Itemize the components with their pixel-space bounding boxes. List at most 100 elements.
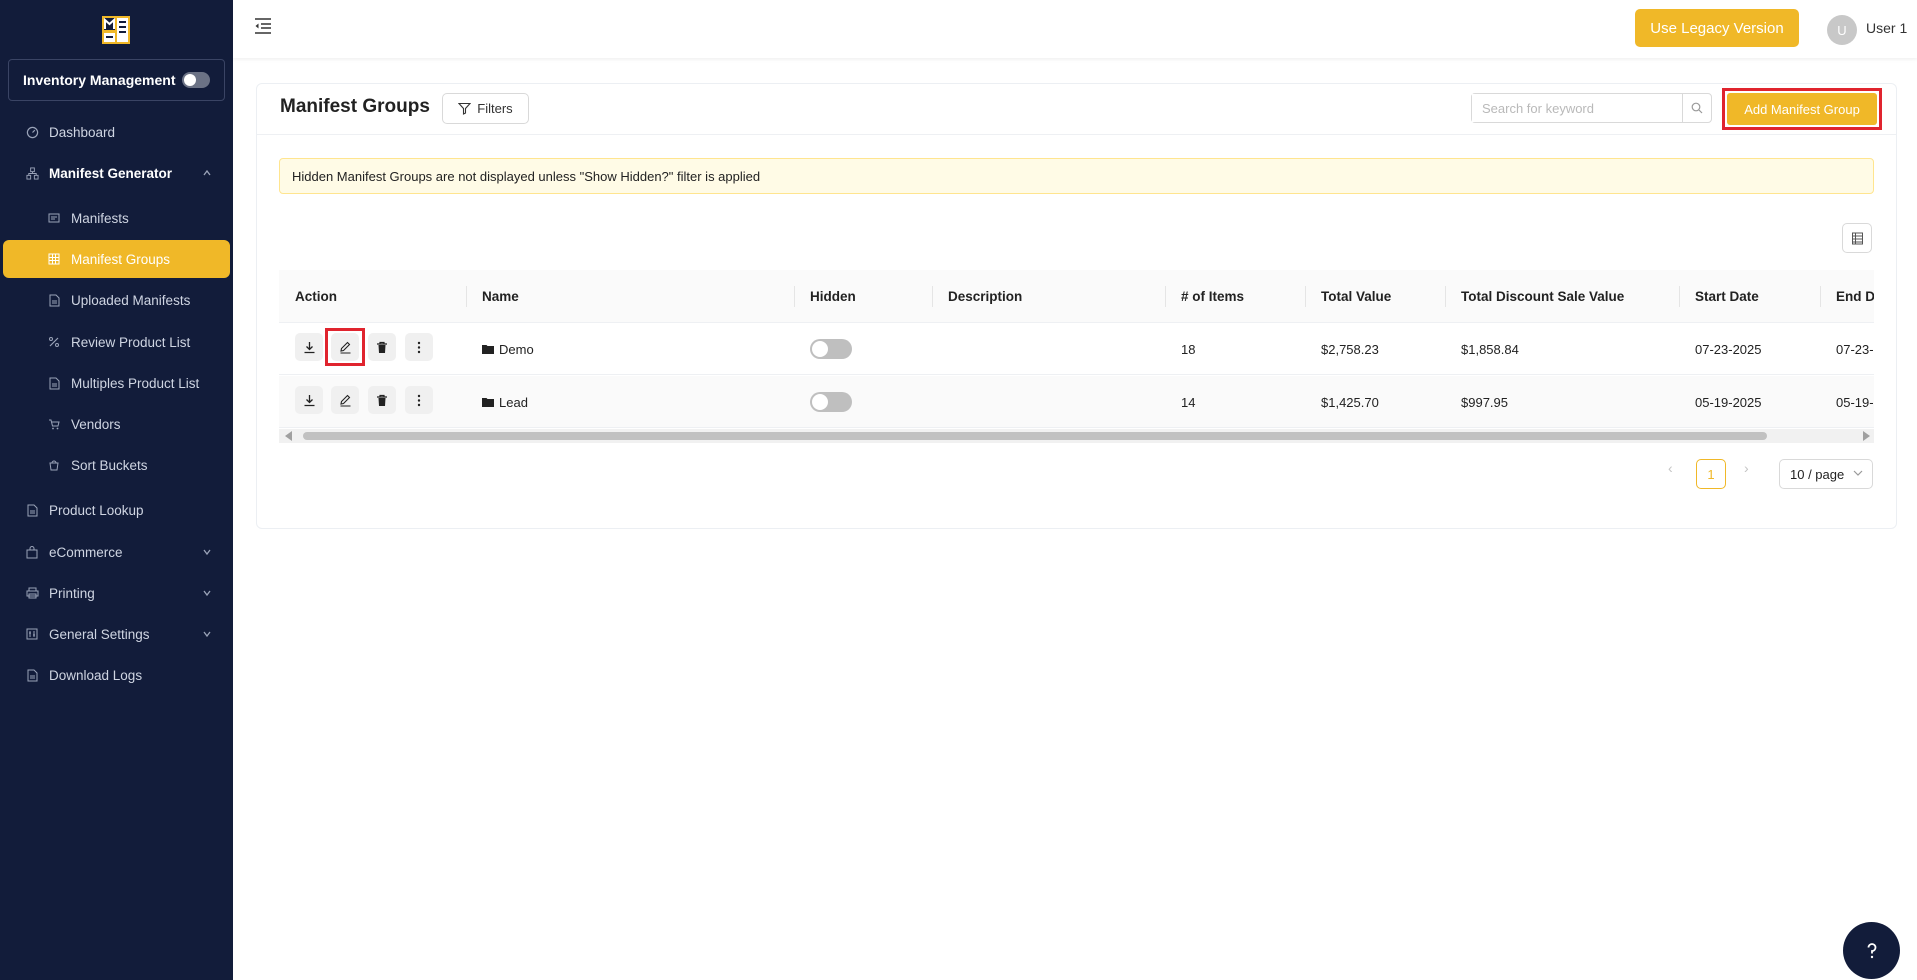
topbar: Use Legacy Version U User 1 xyxy=(233,0,1917,58)
more-actions-button[interactable] xyxy=(405,386,433,414)
sidebar-item-general-settings[interactable]: General Settings xyxy=(3,615,230,653)
download-icon xyxy=(304,341,314,353)
edit-button[interactable] xyxy=(331,333,359,361)
chevron-down-icon xyxy=(202,586,212,601)
add-manifest-group-button[interactable]: Add Manifest Group xyxy=(1727,93,1877,125)
more-vertical-icon xyxy=(417,341,421,353)
sidebar-item-dashboard[interactable]: Dashboard xyxy=(3,113,230,151)
filters-button[interactable]: Filters xyxy=(442,93,529,124)
sidebar-item-label: eCommerce xyxy=(49,544,123,560)
file-icon xyxy=(25,668,39,682)
header-end-date[interactable]: End Date xyxy=(1820,270,1874,323)
total-value-cell: $1,425.70 xyxy=(1321,394,1379,410)
search-button[interactable] xyxy=(1682,94,1711,122)
hidden-cell xyxy=(794,323,852,375)
header-start-date[interactable]: Start Date xyxy=(1679,270,1820,323)
card-header: Manifest Groups Filters Add Manifest Gro… xyxy=(257,84,1896,135)
edit-button[interactable] xyxy=(331,386,359,414)
file-icon xyxy=(47,376,61,390)
discount-value-cell: $1,858.84 xyxy=(1461,341,1519,357)
filters-label: Filters xyxy=(477,101,513,116)
file-icon xyxy=(47,293,61,307)
group-name: Lead xyxy=(499,394,528,410)
sidebar-item-label: Sort Buckets xyxy=(71,457,148,473)
search-box xyxy=(1471,93,1712,123)
page-title: Manifest Groups xyxy=(280,96,430,117)
folder-icon xyxy=(482,345,494,354)
pagination-next-icon[interactable]: › xyxy=(1744,460,1749,476)
use-legacy-version-button[interactable]: Use Legacy Version xyxy=(1635,9,1799,47)
header-total-value[interactable]: Total Value xyxy=(1305,270,1445,323)
name-cell[interactable]: Lead xyxy=(466,376,528,428)
header-total-discount-sale-value[interactable]: Total Discount Sale Value xyxy=(1445,270,1679,323)
sidebar: Inventory Management Dashboard Manifest … xyxy=(0,0,233,980)
delete-button[interactable] xyxy=(368,386,396,414)
sidebar-item-label: Uploaded Manifests xyxy=(71,292,191,308)
delete-button[interactable] xyxy=(368,333,396,361)
sidebar-item-printing[interactable]: Printing xyxy=(3,574,230,612)
sidebar-item-download-logs[interactable]: Download Logs xyxy=(3,656,230,694)
table-row: Lead 14 $1,425.70 $997.95 05-19-2025 05-… xyxy=(279,376,1874,428)
menu-fold-icon[interactable] xyxy=(254,17,272,35)
sidebar-item-label: Product Lookup xyxy=(49,502,144,518)
edit-icon xyxy=(339,394,350,407)
filter-icon xyxy=(458,102,472,115)
search-input[interactable] xyxy=(1472,94,1682,122)
scrollbar-thumb[interactable] xyxy=(303,432,1767,440)
avatar[interactable]: U xyxy=(1827,15,1857,45)
hidden-toggle[interactable] xyxy=(810,339,852,359)
chevron-down-icon xyxy=(1853,470,1863,476)
add-manifest-group-highlight: Add Manifest Group xyxy=(1722,88,1882,130)
scroll-right-arrow-icon[interactable] xyxy=(1863,431,1870,441)
items-cell: 18 xyxy=(1181,341,1196,357)
scroll-left-arrow-icon[interactable] xyxy=(285,431,292,441)
sidebar-item-vendors[interactable]: Vendors xyxy=(3,405,230,443)
cart-icon xyxy=(47,417,61,431)
sidebar-item-label: General Settings xyxy=(49,626,150,642)
sidebar-item-ecommerce[interactable]: eCommerce xyxy=(3,533,230,571)
username[interactable]: User 1 xyxy=(1866,20,1907,36)
sidebar-item-manifests[interactable]: Manifests xyxy=(3,199,230,237)
manifest-icon xyxy=(47,211,61,225)
description-cell xyxy=(932,376,948,428)
logo-icon xyxy=(102,16,130,44)
sidebar-item-review-product-list[interactable]: Review Product List xyxy=(3,323,230,361)
download-button[interactable] xyxy=(295,333,323,361)
pagination-page-1[interactable]: 1 xyxy=(1696,459,1726,489)
end-date-cell: 07-23-2025 xyxy=(1836,341,1874,357)
inventory-management-toggle-box: Inventory Management xyxy=(8,59,225,101)
sidebar-item-sort-buckets[interactable]: Sort Buckets xyxy=(3,446,230,484)
sidebar-item-label: Download Logs xyxy=(49,667,143,683)
sidebar-item-product-lookup[interactable]: Product Lookup xyxy=(3,491,230,529)
page-size-select[interactable]: 10 / page xyxy=(1779,459,1873,489)
download-button[interactable] xyxy=(295,386,323,414)
more-vertical-icon xyxy=(417,394,421,406)
sidebar-item-label: Multiples Product List xyxy=(71,375,200,391)
header-description[interactable]: Description xyxy=(932,270,1165,323)
pagination-prev-icon[interactable]: ‹ xyxy=(1668,460,1673,476)
inventory-management-switch[interactable] xyxy=(182,72,210,88)
name-cell[interactable]: Demo xyxy=(466,323,534,375)
column-settings-button[interactable] xyxy=(1842,223,1872,253)
hidden-cell xyxy=(794,376,852,428)
sidebar-item-manifest-groups[interactable]: Manifest Groups xyxy=(3,240,230,278)
sidebar-item-multiples-product-list[interactable]: Multiples Product List xyxy=(3,364,230,402)
settings-icon xyxy=(25,627,39,641)
header-items[interactable]: # of Items xyxy=(1165,270,1305,323)
header-hidden[interactable]: Hidden xyxy=(794,270,932,323)
help-button[interactable] xyxy=(1843,922,1900,979)
sidebar-item-uploaded-manifests[interactable]: Uploaded Manifests xyxy=(3,281,230,319)
hidden-toggle[interactable] xyxy=(810,392,852,412)
table-row: Demo 18 $2,758.23 $1,858.84 07-23-2025 0… xyxy=(279,323,1874,375)
total-value-cell: $2,758.23 xyxy=(1321,341,1379,357)
end-date-cell: 05-19-2025 xyxy=(1836,394,1874,410)
grid-icon xyxy=(47,252,61,266)
manifest-groups-card: Manifest Groups Filters Add Manifest Gro… xyxy=(256,83,1897,529)
header-name[interactable]: Name xyxy=(466,270,794,323)
more-actions-button[interactable] xyxy=(405,333,433,361)
sidebar-item-manifest-generator[interactable]: Manifest Generator xyxy=(3,154,230,192)
table-header: Action Name Hidden Description # of Item… xyxy=(279,270,1874,323)
page-size-value: 10 / page xyxy=(1790,466,1845,482)
chevron-up-icon xyxy=(202,166,212,181)
horizontal-scrollbar[interactable] xyxy=(279,429,1874,443)
